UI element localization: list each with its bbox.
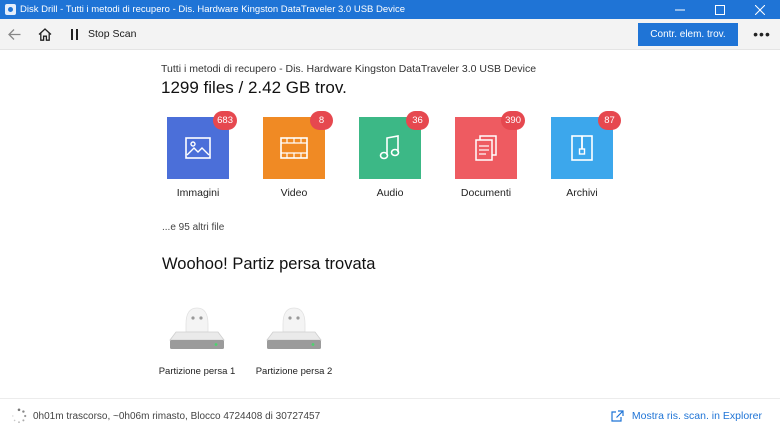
status-bar: 0h01m trascorso, ~0h06m rimasto, Blocco … <box>0 398 780 433</box>
documents-icon <box>475 135 497 161</box>
category-label: Immagini <box>176 187 220 199</box>
more-files-link[interactable]: ...e 95 altri file <box>162 222 224 233</box>
category-tile[interactable]: 683 <box>167 111 237 179</box>
music-note-icon <box>379 135 400 160</box>
archive-icon <box>571 135 593 161</box>
count-badge: 87 <box>598 111 621 130</box>
count-badge: 36 <box>406 111 429 130</box>
lost-partition-drive-icon <box>169 307 225 349</box>
window-title: Disk Drill - Tutti i metodi di recupero … <box>20 4 406 15</box>
review-found-items-button[interactable]: Contr. elem. trov. <box>638 22 738 46</box>
lost-partition-2[interactable]: Partizione persa 2 <box>249 302 339 377</box>
pause-scan-button[interactable] <box>64 19 84 50</box>
maximize-button[interactable] <box>700 0 740 19</box>
partition-label: Partizione persa 2 <box>255 366 333 377</box>
lost-partition-1[interactable]: Partizione persa 1 <box>152 302 242 377</box>
show-in-explorer-label: Mostra ris. scan. in Explorer <box>631 410 762 422</box>
lost-partition-heading: Woohoo! Partiz persa trovata <box>162 255 376 273</box>
category-archives[interactable]: 87 Archivi <box>542 111 622 199</box>
count-badge: 683 <box>213 111 237 130</box>
category-tile[interactable]: 390 <box>455 111 525 179</box>
maximize-icon <box>715 4 725 15</box>
category-images[interactable]: 683 Immagini <box>158 111 238 199</box>
pause-icon-bar <box>70 28 73 40</box>
category-audio[interactable]: 36 Audio <box>350 111 430 199</box>
partition-label: Partizione persa 1 <box>158 366 236 377</box>
category-tile[interactable]: 36 <box>359 111 429 179</box>
scan-summary: 1299 files / 2.42 GB trov. <box>161 78 347 97</box>
close-icon <box>755 4 765 15</box>
category-label: Documenti <box>460 187 512 199</box>
category-tile[interactable]: 8 <box>263 111 333 179</box>
film-icon <box>280 137 308 159</box>
category-video[interactable]: 8 Video <box>254 111 334 199</box>
category-tile[interactable]: 87 <box>551 111 621 179</box>
more-options-button[interactable]: ••• <box>750 19 774 50</box>
open-external-icon <box>611 410 624 422</box>
toolbar: Stop Scan Contr. elem. trov. ••• <box>0 19 780 50</box>
stop-scan-button[interactable]: Stop Scan <box>88 28 136 40</box>
spinner-icon <box>12 408 27 424</box>
back-button[interactable] <box>0 19 28 50</box>
scan-subtitle: Tutti i metodi di recupero - Dis. Hardwa… <box>161 63 537 75</box>
arrow-left-icon <box>7 28 20 40</box>
close-button[interactable] <box>740 0 780 19</box>
count-badge: 390 <box>501 111 525 130</box>
title-bar: Disk Drill - Tutti i metodi di recupero … <box>0 0 780 19</box>
pause-icon-bar <box>75 28 78 40</box>
image-icon <box>185 137 211 159</box>
category-label: Video <box>280 187 308 199</box>
home-button[interactable] <box>28 19 62 50</box>
lost-partition-drive-icon <box>266 307 322 349</box>
disk-drill-app-icon <box>5 4 16 15</box>
scan-progress-text: 0h01m trascorso, ~0h06m rimasto, Blocco … <box>33 410 321 422</box>
show-in-explorer-link[interactable]: Mostra ris. scan. in Explorer <box>611 410 762 422</box>
category-label: Archivi <box>566 187 598 199</box>
category-documents[interactable]: 390 Documenti <box>446 111 526 199</box>
count-badge: 8 <box>310 111 333 130</box>
category-label: Audio <box>376 187 404 199</box>
home-icon <box>38 27 52 41</box>
minimize-button[interactable] <box>660 0 700 19</box>
minimize-icon <box>675 9 685 10</box>
